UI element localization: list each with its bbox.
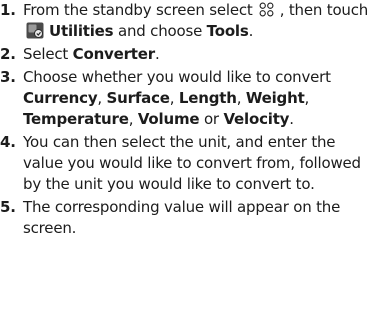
step-number: 5. [0,198,16,216]
separator: . [289,110,294,128]
step-text: Choose whether you would like to convert [23,68,331,86]
utilities-label: Utilities [49,22,114,40]
separator: , [128,110,138,128]
step-number: 4. [0,133,16,151]
step-text: . [248,22,254,40]
step-number: 3. [0,68,16,86]
grid-menu-icon [259,2,274,17]
step-text: and choose [113,22,207,40]
step-text: From the standby screen select [23,1,258,19]
step-number: 2. [0,45,16,63]
separator: , [169,89,179,107]
instructions-document: 1. From the standby screen select , then… [0,0,371,310]
step-text: Select [23,45,73,63]
step-4: 4. You can then select the unit, and ent… [0,132,371,195]
steps-list: 1. From the standby screen select , then… [0,0,371,239]
length-label: Length [178,89,237,107]
step-3: 3. Choose whether you would like to conv… [0,67,371,130]
step-number: 1. [0,1,16,19]
separator: , [97,89,107,107]
utilities-icon [26,22,44,39]
tools-label: Tools [206,22,249,40]
temperature-label: Temperature [23,110,129,128]
separator: , [304,89,310,107]
converter-label: Converter [72,45,155,63]
separator: , [236,89,246,107]
step-text: The corresponding value will appear on t… [23,198,341,237]
velocity-label: Velocity [223,110,290,128]
step-text: You can then select the unit, and enter … [23,133,361,193]
step-text: . [154,45,160,63]
weight-label: Weight [245,89,305,107]
step-text: , then touch [275,1,369,19]
surface-label: Surface [106,89,170,107]
step-5: 5. The corresponding value will appear o… [0,197,371,239]
separator: or [199,110,224,128]
currency-label: Currency [23,89,98,107]
volume-label: Volume [137,110,200,128]
step-2: 2. Select Converter. [0,44,371,65]
step-1: 1. From the standby screen select , then… [0,0,371,42]
